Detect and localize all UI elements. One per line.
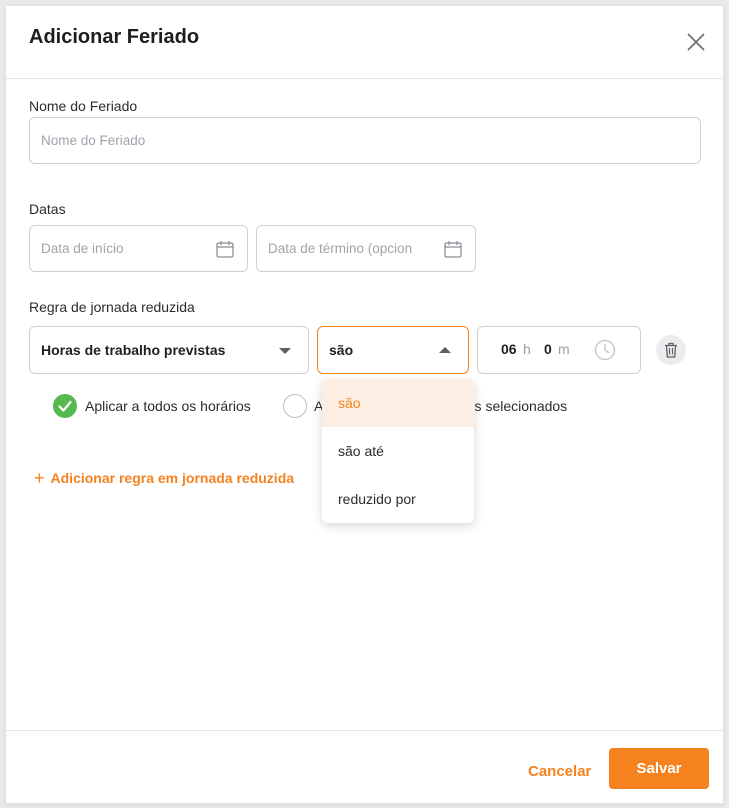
rule-type-value: Horas de trabalho previstas [41, 342, 226, 358]
hours-unit: h [523, 341, 531, 357]
holiday-name-input[interactable]: Nome do Feriado [29, 117, 701, 164]
chevron-down-icon [279, 348, 291, 354]
end-date-input[interactable]: Data de término (opcion [256, 225, 476, 272]
minutes-value[interactable]: 0 [544, 341, 552, 357]
reduced-rule-label: Regra de jornada reduzida [29, 299, 195, 315]
save-button[interactable]: Salvar [609, 748, 709, 789]
modal-title: Adicionar Feriado [29, 26, 200, 48]
apply-all-label[interactable]: Aplicar a todos os horários [85, 398, 251, 414]
end-date-placeholder: Data de término (opcion [268, 241, 413, 256]
apply-selected-label-suffix[interactable]: rios selecionados [459, 398, 567, 414]
check-icon [58, 400, 72, 412]
trash-icon [665, 342, 677, 358]
dropdown-option-reduzido-por[interactable]: reduzido por [322, 475, 474, 523]
operator-dropdown-menu: são são até reduzido por [322, 379, 474, 523]
time-input[interactable]: 06 h 0 m [477, 326, 641, 374]
holiday-name-label: Nome do Feriado [29, 98, 138, 114]
plus-icon: + [34, 468, 45, 488]
clock-icon [594, 339, 616, 361]
calendar-icon[interactable] [215, 239, 235, 259]
rule-operator-select[interactable]: são [317, 326, 469, 374]
close-icon[interactable] [686, 32, 706, 52]
add-rule-link[interactable]: + Adicionar regra em jornada reduzida [34, 468, 295, 488]
apply-selected-radio[interactable] [283, 394, 307, 418]
modal-footer: Cancelar Salvar [6, 730, 723, 805]
chevron-up-icon [439, 347, 451, 353]
start-date-placeholder: Data de início [41, 241, 124, 256]
rule-type-select[interactable]: Horas de trabalho previstas [29, 326, 309, 374]
rule-operator-value: são [329, 342, 354, 358]
modal-header: Adicionar Feriado [6, 6, 723, 79]
hours-value[interactable]: 06 [501, 341, 517, 357]
start-date-input[interactable]: Data de início [29, 225, 248, 272]
add-rule-label: Adicionar regra em jornada reduzida [50, 470, 295, 486]
apply-all-radio[interactable] [53, 394, 77, 418]
dropdown-option-sao-ate[interactable]: são até [322, 427, 474, 475]
dropdown-option-sao[interactable]: são [322, 379, 474, 427]
minutes-unit: m [558, 341, 570, 357]
cancel-button[interactable]: Cancelar [528, 763, 591, 780]
holiday-name-placeholder: Nome do Feriado [41, 133, 146, 148]
dates-label: Datas [29, 201, 66, 217]
add-holiday-modal: Adicionar Feriado Nome do Feriado Nome d… [5, 5, 724, 804]
calendar-icon[interactable] [443, 239, 463, 259]
delete-rule-button[interactable] [656, 335, 686, 365]
